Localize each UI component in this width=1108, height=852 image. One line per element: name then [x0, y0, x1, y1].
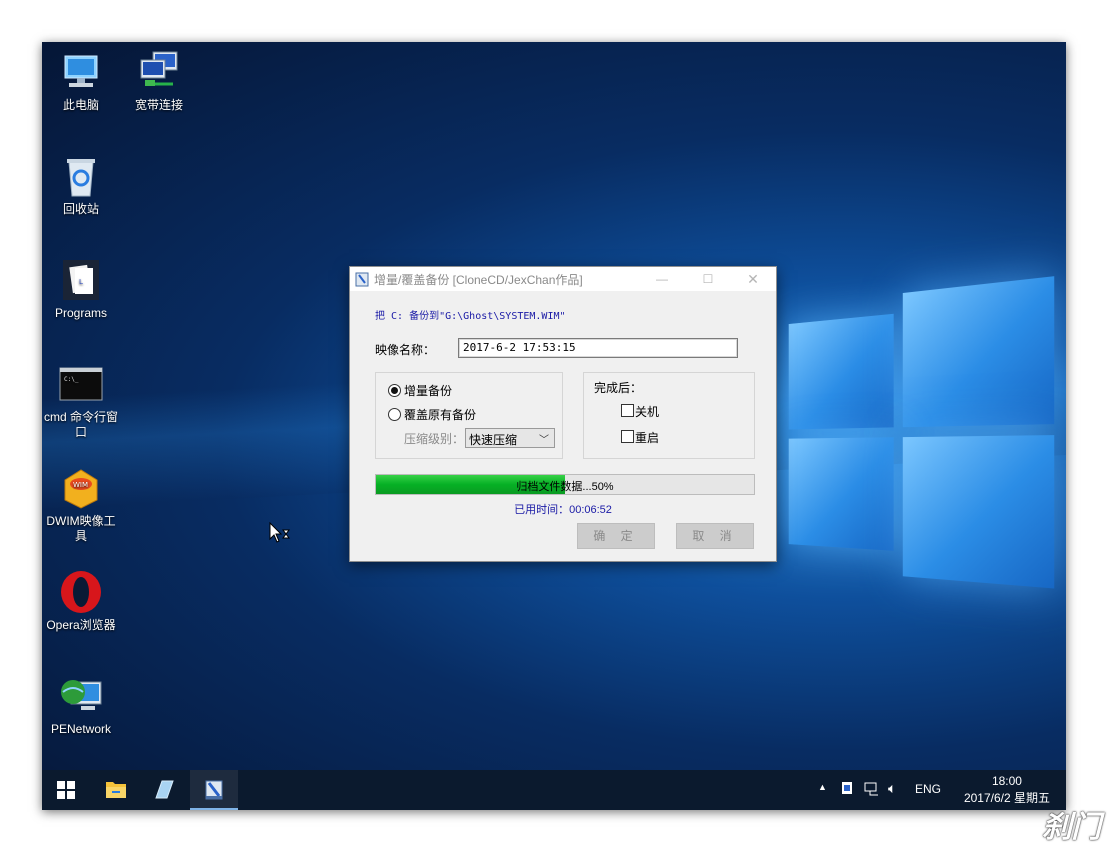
taskbar-backup-app[interactable] — [190, 770, 238, 810]
desktop-icon-this-pc[interactable]: 此电脑 — [42, 50, 123, 113]
desktop-icon-label: cmd 命令行窗口 — [44, 410, 118, 440]
dialog-titlebar[interactable]: 增量/覆盖备份 [CloneCD/JexChan作品] — ☐ ✕ — [350, 267, 776, 291]
after-completion-title: 完成后： — [594, 379, 642, 396]
taskbar-file-explorer[interactable] — [92, 770, 140, 810]
desktop-icon-label: 此电脑 — [63, 98, 99, 112]
volume-icon[interactable]: 🔈︎ — [888, 780, 896, 797]
overwrite-radio[interactable] — [388, 408, 401, 421]
desktop-icon-label: 宽带连接 — [135, 98, 183, 112]
wim-tool-icon: WIM — [59, 466, 103, 510]
language-indicator[interactable]: ENG — [915, 782, 941, 796]
chevron-up-icon[interactable]: ▲ — [818, 782, 827, 792]
chevron-down-icon: ﹀ — [539, 431, 549, 446]
watermark-text: 刹门 — [1042, 811, 1100, 844]
clock[interactable]: 18:00 2017/6/2 星期五 — [964, 773, 1050, 807]
backup-target-text: 把 C: 备份到"G:\Ghost\SYSTEM.WIM" — [375, 307, 566, 322]
network-connection-icon — [137, 50, 181, 94]
desktop-icon-label: DWIM映像工具 — [42, 514, 120, 544]
image-name-input[interactable]: 2017-6-2 17:53:15 — [458, 338, 738, 358]
svg-text:WIM: WIM — [73, 481, 88, 489]
compression-label: 压缩级别： — [404, 430, 464, 447]
windows-start-icon — [42, 770, 90, 810]
desktop-icon-recycle-bin[interactable]: 回收站 — [42, 154, 123, 217]
desktop-icon-broadband[interactable]: 宽带连接 — [117, 50, 201, 113]
folder-icon — [92, 770, 140, 810]
dialog-title: 增量/覆盖备份 [CloneCD/JexChan作品] — [374, 271, 583, 288]
progress-text: 归档文件数据...50% — [376, 478, 754, 494]
image-name-label: 映像名称： — [375, 341, 435, 358]
windows-logo-wallpaper — [789, 276, 1060, 639]
restart-checkbox[interactable] — [621, 430, 634, 443]
svg-text:L: L — [79, 278, 83, 286]
desktop-icon-dwim[interactable]: WIM DWIM映像工具 — [42, 466, 123, 544]
recycle-bin-icon — [59, 154, 103, 198]
close-button[interactable]: ✕ — [730, 267, 776, 291]
network-globe-icon — [59, 674, 103, 718]
usb-drive-icon[interactable] — [840, 780, 854, 799]
computer-icon — [59, 50, 103, 94]
app-icon — [355, 271, 369, 287]
backup-dialog: 增量/覆盖备份 [CloneCD/JexChan作品] — ☐ ✕ 把 C: 备… — [349, 266, 777, 562]
desktop-icon-label: Opera浏览器 — [46, 618, 115, 632]
clock-time: 18:00 — [964, 773, 1050, 790]
incremental-radio[interactable] — [388, 384, 401, 397]
glass-app-icon — [140, 770, 188, 810]
clock-date: 2017/6/2 星期五 — [964, 790, 1050, 807]
desktop-icon-label: PENetwork — [51, 722, 111, 736]
start-button[interactable] — [42, 770, 90, 810]
desktop-icon-label: 回收站 — [63, 202, 99, 216]
busy-cursor-icon — [269, 522, 291, 549]
compression-value: 快速压缩 — [469, 431, 517, 448]
svg-text:C:\_: C:\_ — [64, 376, 79, 383]
taskbar-app-notes[interactable] — [140, 770, 188, 810]
compression-select[interactable]: 快速压缩 ﹀ — [465, 428, 555, 448]
progress-bar: 归档文件数据...50% — [375, 474, 755, 495]
taskbar: ▲ 🔈︎ ENG 18:00 2017/6/2 星期五 — [42, 770, 1066, 810]
cancel-button[interactable]: 取 消 — [676, 523, 754, 549]
maximize-button[interactable]: ☐ — [685, 267, 731, 291]
opera-icon — [59, 570, 103, 614]
command-prompt-icon: C:\_ — [59, 362, 103, 406]
overwrite-label[interactable]: 覆盖原有备份 — [404, 406, 476, 423]
elapsed-time: 已用时间：00:06:52 — [350, 501, 776, 517]
watermark-logo: 刹门 — [1042, 802, 1100, 846]
incremental-label[interactable]: 增量备份 — [404, 382, 452, 399]
desktop-icon-penetwork[interactable]: PENetwork — [42, 674, 123, 737]
desktop-screen: 此电脑 宽带连接 回收站 L Programs C:\_ cmd 命令行窗口 W… — [42, 42, 1066, 810]
shutdown-checkbox[interactable] — [621, 404, 634, 417]
desktop-icon-label: Programs — [55, 306, 107, 320]
backup-app-icon — [190, 770, 238, 808]
folder-documents-icon: L — [59, 258, 103, 302]
after-completion-group: 完成后： 关机 重启 — [583, 372, 755, 459]
desktop-icon-programs[interactable]: L Programs — [42, 258, 123, 321]
desktop-icon-opera[interactable]: Opera浏览器 — [42, 570, 123, 633]
desktop-icon-cmd[interactable]: C:\_ cmd 命令行窗口 — [42, 362, 123, 440]
restart-label[interactable]: 重启 — [635, 429, 659, 446]
minimize-button[interactable]: — — [639, 267, 685, 291]
ok-button[interactable]: 确 定 — [577, 523, 655, 549]
shutdown-label[interactable]: 关机 — [635, 403, 659, 420]
network-icon[interactable] — [864, 781, 880, 800]
